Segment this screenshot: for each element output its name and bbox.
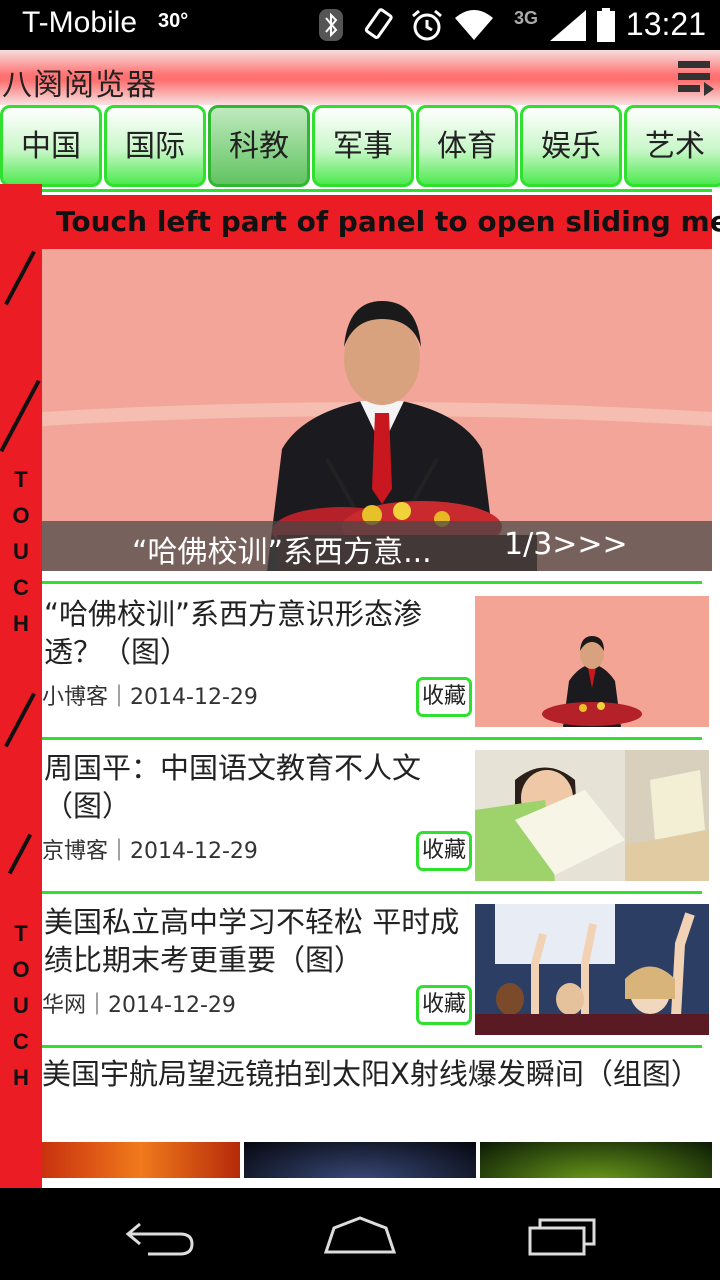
news-source: 小博客 [42, 685, 109, 710]
hint-text: Touch left part of panel to open sliding… [56, 205, 720, 238]
news-source: 京博客 [42, 839, 109, 864]
tab-entertainment[interactable]: 娱乐 [520, 105, 622, 187]
divider [42, 581, 702, 584]
news-meta: 京博客｜2014-12-29 [42, 839, 258, 864]
bluetooth-icon [319, 9, 343, 41]
tab-military[interactable]: 军事 [312, 105, 414, 187]
hero-slideshow[interactable]: “哈佛校训”系西方意... 1/3>>> [42, 249, 712, 571]
tab-international[interactable]: 国际 [104, 105, 206, 187]
divider [42, 1045, 702, 1048]
news-date: 2014-12-29 [108, 993, 236, 1018]
sun-xray-photo[interactable] [244, 1142, 476, 1178]
tab-arts[interactable]: 艺术 [624, 105, 720, 187]
signal-icon [550, 10, 586, 41]
news-meta: 小博客｜2014-12-29 [42, 685, 258, 710]
girl-reading-book-photo [475, 750, 709, 881]
news-title[interactable]: 美国私立高中学习不轻松 平时成绩比期末考更重要（图） [44, 903, 472, 979]
recents-icon[interactable] [522, 1208, 602, 1258]
sun-flare-photo[interactable] [42, 1142, 240, 1178]
rotation-icon [364, 8, 393, 39]
news-thumbnail[interactable] [475, 596, 709, 727]
podium-speaker-photo [475, 596, 709, 727]
screen: T-Mobile 30° 3G 13:21 八阕阅览器 中国 国际 科教 军事 … [0, 0, 720, 1280]
divider [42, 737, 702, 740]
news-date: 2014-12-29 [130, 839, 258, 864]
app-title-bar: 八阕阅览器 [0, 50, 720, 105]
students-raising-hands-photo [475, 904, 709, 1035]
touch-word-text: TOUCH [12, 921, 30, 1090]
hero-caption-bar: “哈佛校训”系西方意... 1/3>>> [42, 521, 712, 571]
news-thumbnail[interactable] [475, 904, 709, 1035]
slash-mark [0, 379, 41, 453]
home-icon[interactable] [320, 1208, 400, 1258]
hero-counter[interactable]: 1/3>>> [504, 527, 628, 562]
hero-caption-title: “哈佛校训”系西方意... [132, 535, 432, 570]
touch-label: TOUCH [0, 916, 42, 1096]
battery-icon [597, 8, 615, 42]
hint-banner: Touch left part of panel to open sliding… [42, 195, 720, 249]
divider [42, 891, 702, 894]
news-source: 华网 [42, 993, 87, 1018]
news-meta: 华网｜2014-12-29 [42, 993, 236, 1018]
slash-mark [4, 250, 36, 306]
favorite-button[interactable]: 收藏 [416, 677, 472, 717]
favorite-button[interactable]: 收藏 [416, 831, 472, 871]
news-title[interactable]: “哈佛校训”系西方意识形态渗透？（图） [44, 595, 472, 671]
news-title[interactable]: 美国宇航局望远镜拍到太阳X射线爆发瞬间（组图） [42, 1055, 712, 1093]
touch-strip[interactable]: TOUCH TOUCH [0, 184, 42, 1188]
carrier-name: T-Mobile [22, 6, 138, 39]
tab-china[interactable]: 中国 [0, 105, 102, 187]
alarm-icon [412, 9, 442, 41]
news-content[interactable]: Touch left part of panel to open sliding… [42, 187, 720, 1188]
clock: 13:21 [625, 6, 706, 42]
news-item[interactable]: 周国平：中国语文教育不人文（图） 京博客｜2014-12-29 收藏 [42, 741, 712, 891]
news-title[interactable]: 周国平：中国语文教育不人文（图） [44, 749, 472, 825]
news-item[interactable]: “哈佛校训”系西方意识形态渗透？（图） 小博客｜2014-12-29 收藏 [42, 587, 712, 737]
temperature: 30° [158, 10, 189, 32]
news-date: 2014-12-29 [130, 685, 258, 710]
app-title: 八阕阅览器 [2, 68, 157, 103]
tab-science-education[interactable]: 科教 [208, 105, 310, 187]
network-type: 3G [514, 8, 539, 28]
touch-label: TOUCH [0, 462, 42, 642]
navigation-bar [0, 1188, 720, 1280]
back-icon[interactable] [120, 1208, 200, 1258]
tab-sports[interactable]: 体育 [416, 105, 518, 187]
news-thumbnail[interactable] [475, 750, 709, 881]
wifi-icon [455, 10, 493, 40]
category-tabs: 中国 国际 科教 军事 体育 娱乐 艺术 [0, 105, 720, 187]
touch-word-text: TOUCH [12, 467, 30, 636]
slash-mark [4, 692, 36, 748]
sun-green-photo[interactable] [480, 1142, 712, 1178]
divider [42, 189, 712, 192]
news-item[interactable]: 美国私立高中学习不轻松 平时成绩比期末考更重要（图） 华网｜2014-12-29… [42, 895, 712, 1045]
favorite-button[interactable]: 收藏 [416, 985, 472, 1025]
slash-mark [7, 833, 33, 875]
status-bar: T-Mobile 30° 3G 13:21 [0, 0, 720, 50]
menu-lines-icon[interactable] [676, 56, 716, 98]
